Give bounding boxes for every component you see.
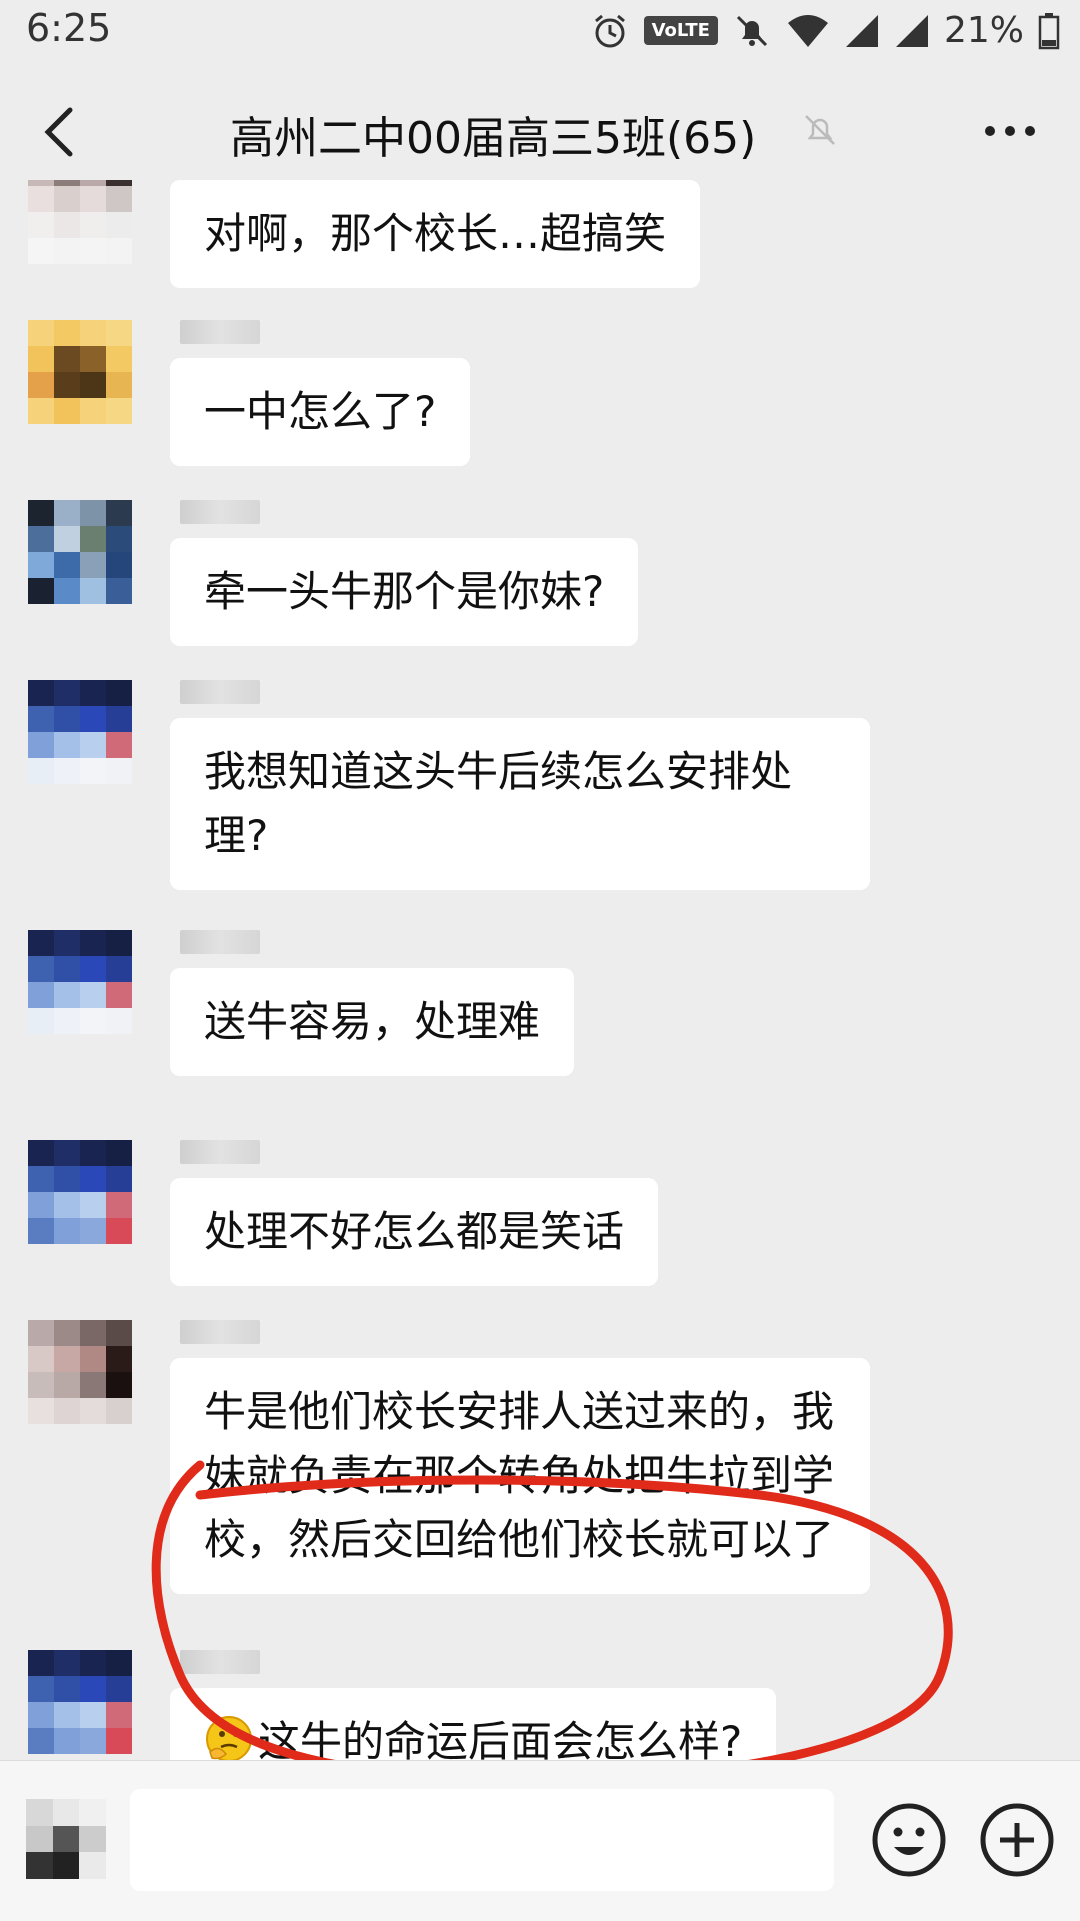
status-bar: 6:25 VoLTE 21% xyxy=(0,0,1080,64)
input-bar xyxy=(0,1760,1080,1921)
avatar[interactable] xyxy=(28,1140,132,1244)
avatar[interactable] xyxy=(28,500,132,604)
message-text: 牵一头牛那个是你妹? xyxy=(204,567,605,616)
back-arrow-icon[interactable] xyxy=(32,102,92,162)
avatar[interactable] xyxy=(28,680,132,784)
notifications-off-icon xyxy=(736,15,768,46)
message-text: 一中怎么了? xyxy=(204,387,437,436)
message-bubble[interactable]: 处理不好怎么都是笑话 xyxy=(170,1178,659,1286)
message-input[interactable] xyxy=(130,1789,834,1891)
avatar[interactable] xyxy=(28,1320,132,1424)
sender-name-blurred xyxy=(180,1140,260,1164)
signal-icon-1 xyxy=(845,14,878,47)
avatar[interactable] xyxy=(28,320,132,424)
sender-name-blurred xyxy=(180,1320,260,1344)
signal-icon-2 xyxy=(895,14,928,47)
more-icon[interactable] xyxy=(980,106,1040,156)
avatar[interactable] xyxy=(28,930,132,1034)
message-bubble[interactable]: 一中怎么了? xyxy=(170,358,471,466)
message-bubble[interactable]: 送牛容易，处理难 xyxy=(170,968,575,1076)
volte-badge: VoLTE xyxy=(643,16,718,45)
chat-header: 高州二中00届高三5班(65) xyxy=(0,64,1080,194)
status-icons: VoLTE 21% xyxy=(590,10,1060,51)
avatar[interactable] xyxy=(28,1650,132,1754)
status-time: 6:25 xyxy=(26,6,112,50)
message-bubble[interactable]: 对啊，那个校长…超搞笑 xyxy=(170,180,701,288)
message-bubble[interactable]: 牵一头牛那个是你妹? xyxy=(170,538,639,646)
sender-name-blurred xyxy=(180,930,260,954)
message-text: 送牛容易，处理难 xyxy=(204,997,541,1046)
voice-icon[interactable] xyxy=(26,1799,106,1879)
message-bubble[interactable]: 牛是他们校长安排人送过来的，我妹就负责在那个转角处把牛拉到学校，然后交回给他们校… xyxy=(170,1358,870,1594)
chat-title: 高州二中00届高三5班(65) xyxy=(230,113,757,164)
message-text: 牛是他们校长安排人送过来的，我妹就负责在那个转角处把牛拉到学校，然后交回给他们校… xyxy=(204,1387,835,1564)
chat-area[interactable]: 对啊，那个校长…超搞笑 一中怎么了? 牵一头牛那个是你妹? 我想知道这头牛后续怎… xyxy=(0,180,1080,1760)
sender-name-blurred xyxy=(180,1650,260,1674)
battery-percent: 21% xyxy=(943,10,1024,51)
message-text: 处理不好怎么都是笑话 xyxy=(204,1207,625,1256)
alarm-icon xyxy=(594,14,625,47)
thinking-face-icon xyxy=(206,1716,252,1760)
sender-name-blurred xyxy=(180,680,260,704)
sender-name-blurred xyxy=(180,320,260,344)
message-bubble[interactable]: 这牛的命运后面会怎么样? xyxy=(170,1688,777,1760)
battery-icon xyxy=(1038,12,1060,49)
avatar[interactable] xyxy=(28,180,132,264)
emoji-icon[interactable] xyxy=(870,1801,948,1879)
message-text: 我想知道这头牛后续怎么安排处理? xyxy=(204,747,793,860)
sender-name-blurred xyxy=(180,500,260,524)
plus-icon[interactable] xyxy=(978,1801,1056,1879)
mute-bell-icon xyxy=(805,115,835,145)
message-bubble[interactable]: 我想知道这头牛后续怎么安排处理? xyxy=(170,718,870,890)
message-text: 这牛的命运后面会怎么样? xyxy=(258,1717,743,1760)
message-text: 对啊，那个校长…超搞笑 xyxy=(204,209,667,258)
wifi-icon xyxy=(787,14,828,47)
